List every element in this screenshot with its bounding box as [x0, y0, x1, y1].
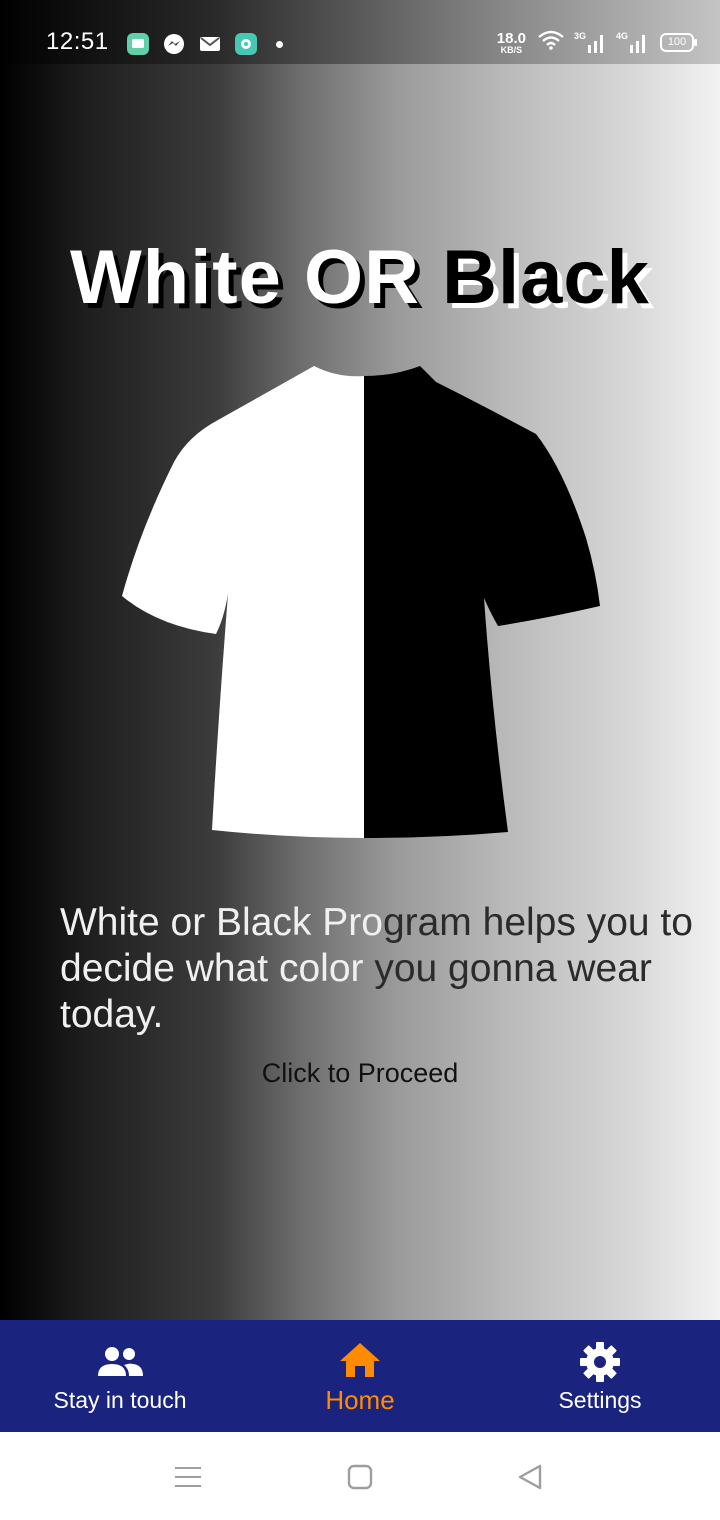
nav-label-home: Home [325, 1384, 395, 1415]
signal-3g-icon: 3G [574, 31, 606, 53]
notification-icons [126, 32, 283, 56]
nav-item-home[interactable]: Home [240, 1320, 480, 1432]
nav-item-settings[interactable]: Settings [480, 1320, 720, 1432]
back-triangle-icon[interactable] [515, 1462, 545, 1492]
mail-icon [198, 32, 222, 56]
network-speed-unit: KB/S [500, 44, 523, 55]
status-indicators: 18.0 KB/S 3G 4G 100 [497, 30, 697, 55]
nav-label-stay-in-touch: Stay in touch [53, 1386, 187, 1413]
description-part-4: you gonna wear [374, 947, 652, 990]
description-part-1: White or Black Pro [60, 901, 383, 944]
proceed-button[interactable]: Click to Proceed [0, 1058, 720, 1089]
wifi-icon [538, 30, 564, 55]
description-part-2: gram helps you to [382, 901, 693, 944]
menu-icon[interactable] [173, 1462, 203, 1492]
title-word-black: Black [442, 235, 650, 320]
tshirt-illustration [122, 366, 600, 838]
description-part-5: today. [60, 993, 164, 1036]
title-word-or: OR [304, 235, 421, 320]
system-navigation-bar [0, 1432, 720, 1520]
status-bar: 12:51 18.0 KB/S 3G 4G 100 [0, 0, 720, 64]
app-icon [234, 32, 258, 56]
nav-label-settings: Settings [558, 1386, 642, 1413]
more-notifications-dot [276, 40, 283, 48]
app-description: White or Black Program helps you to deci… [60, 900, 700, 1038]
gear-icon [577, 1339, 623, 1385]
home-square-icon[interactable] [345, 1462, 375, 1492]
title-word-white: White [70, 235, 282, 320]
status-time: 12:51 [46, 28, 109, 55]
description-part-3: decide what color [60, 947, 375, 990]
network-speed: 18.0 KB/S [497, 31, 526, 55]
app-title: White OR Black [0, 234, 720, 321]
home-icon [337, 1337, 383, 1383]
nav-item-stay-in-touch[interactable]: Stay in touch [0, 1320, 240, 1432]
main-content: White OR Black White or Black Program he… [0, 64, 720, 1320]
people-icon [97, 1339, 143, 1385]
network-speed-value: 18.0 [496, 29, 526, 47]
signal-4g-icon: 4G [616, 31, 648, 53]
app-screen: 12:51 18.0 KB/S 3G 4G 100 White OR Black… [0, 0, 720, 1520]
messenger-icon [162, 32, 186, 56]
messages-icon [126, 32, 150, 56]
battery-icon: 100 [660, 33, 697, 52]
bottom-navigation: Stay in touch Home Settings [0, 1320, 720, 1432]
